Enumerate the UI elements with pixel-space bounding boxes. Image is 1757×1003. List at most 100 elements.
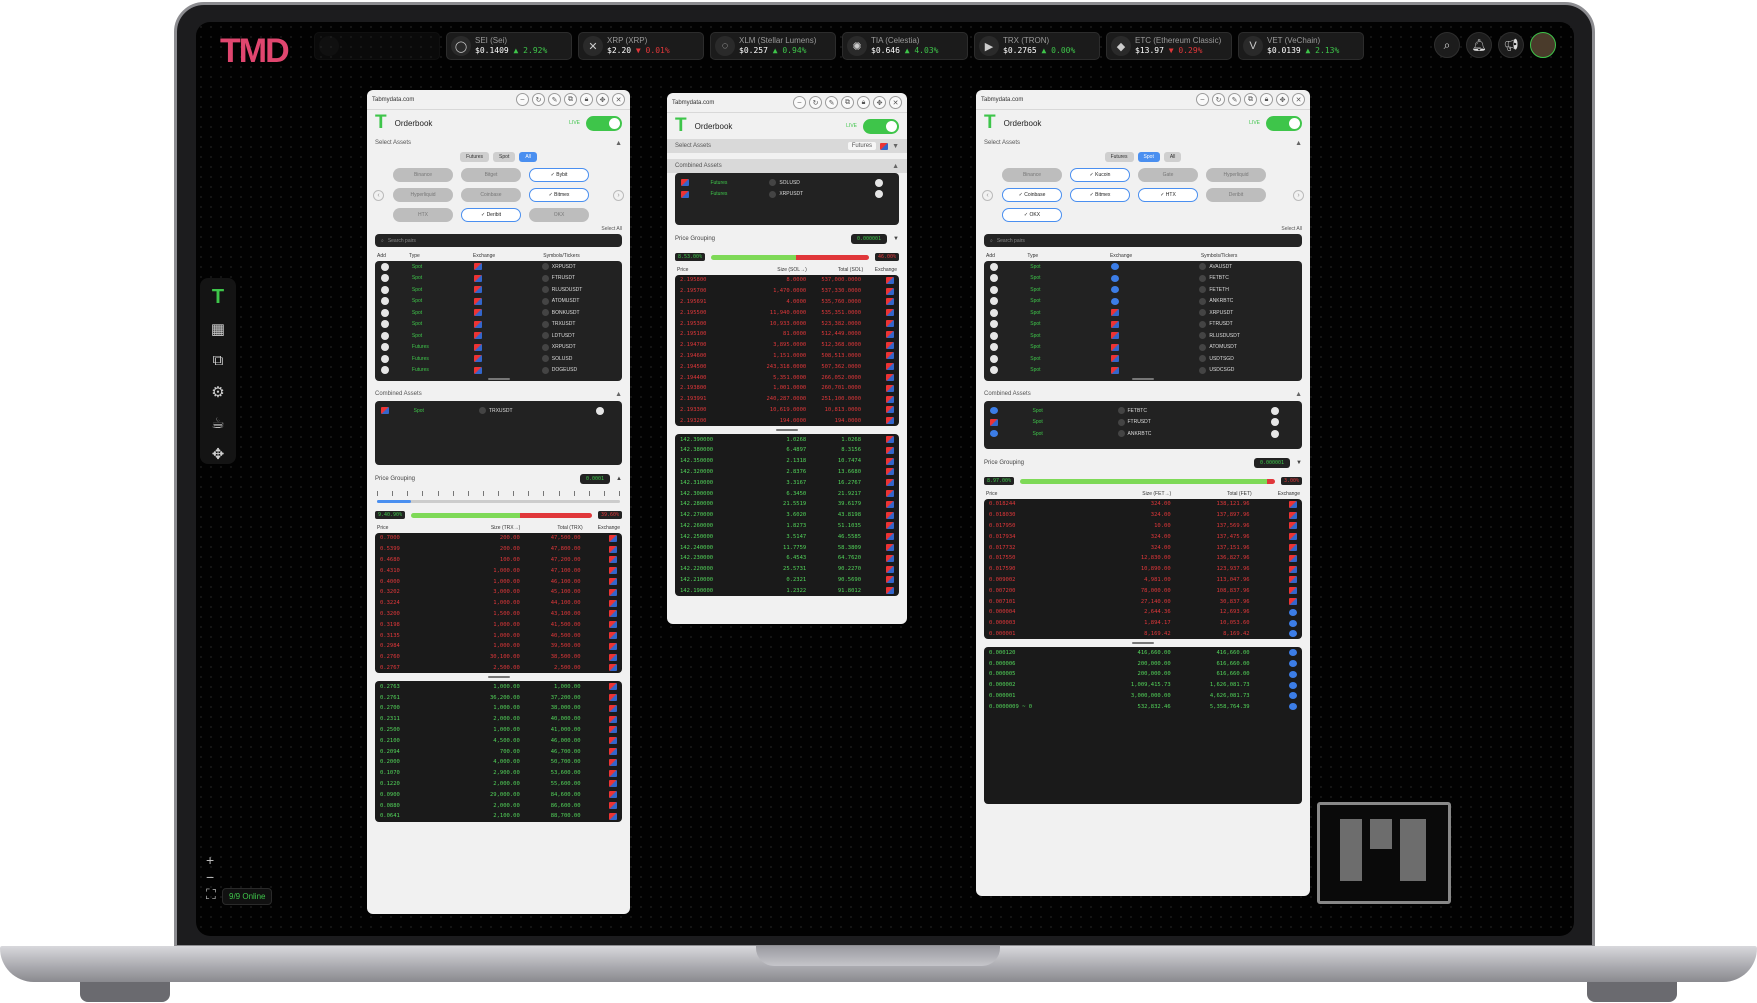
resize-handle[interactable] xyxy=(984,376,1302,381)
remove-pair-button[interactable] xyxy=(1270,429,1279,438)
bid-row[interactable]: 0.2094 700.00 46,700.00 xyxy=(375,746,622,757)
add-pair-button[interactable] xyxy=(381,331,389,340)
exchange-chip[interactable]: ✓ Bybit xyxy=(529,168,589,182)
gear-icon[interactable]: ⚙ xyxy=(207,381,229,401)
table-row[interactable]: Futures DOGEUSD xyxy=(375,365,622,377)
exchange-chip[interactable]: ✓ Bitmex xyxy=(1070,188,1130,202)
bid-row[interactable]: 142.390000 1.0268 1.0268 xyxy=(675,434,899,445)
bid-row[interactable]: 0.0880 2,000.00 86,600.00 xyxy=(375,800,622,811)
close-icon[interactable]: ✕ xyxy=(889,96,902,109)
ask-row[interactable]: 0.000004 2,644.36 12,693.96 xyxy=(984,607,1302,618)
table-row[interactable]: Spot AVAUSDT xyxy=(984,261,1302,273)
resize-handle[interactable] xyxy=(367,673,630,681)
ask-row[interactable]: 2.193300 10,619.0000 10,813.0000 xyxy=(675,405,899,416)
edit-icon[interactable]: ✎ xyxy=(825,96,838,109)
add-pair-button[interactable] xyxy=(990,331,998,340)
resize-handle[interactable] xyxy=(976,639,1310,647)
add-pair-button[interactable] xyxy=(990,366,998,375)
ask-row[interactable]: 0.5399 200.00 47,800.00 xyxy=(375,544,622,555)
ask-row[interactable]: 0.3198 1,000.00 41,500.00 xyxy=(375,619,622,630)
caret-up-icon[interactable]: ▲ xyxy=(615,140,622,147)
grouping-slider[interactable] xyxy=(377,491,620,505)
table-row[interactable]: Spot XRPUSDT xyxy=(984,307,1302,319)
select-assets-header[interactable]: Select Assets Futures ▼ xyxy=(667,139,907,153)
search-icon[interactable]: ⌕ xyxy=(1434,32,1460,58)
move-icon[interactable]: ✥ xyxy=(207,444,229,464)
caret-icon[interactable]: ▼ xyxy=(1296,460,1302,466)
edit-icon[interactable]: ✎ xyxy=(1228,93,1241,106)
ticker-card[interactable]: ✺ TIA (Celestia) $0.646 ▲ 4.03% xyxy=(842,32,968,60)
ticker-card[interactable] xyxy=(314,32,440,60)
table-row[interactable]: Spot FTRUSDT xyxy=(375,273,622,285)
add-pair-button[interactable] xyxy=(381,343,389,352)
exchange-chip[interactable]: Coinbase xyxy=(461,188,521,202)
bid-row[interactable]: 0.2100 4,500.00 46,000.00 xyxy=(375,735,622,746)
ask-row[interactable]: 2.195800 8.0000 537,000.0000 xyxy=(675,275,899,286)
ask-row[interactable]: 0.007101 27,140.00 30,837.96 xyxy=(984,596,1302,607)
table-row[interactable]: Spot FETETH xyxy=(984,284,1302,296)
combined-assets-header[interactable]: Combined Assets ▲ xyxy=(667,159,907,173)
caret-up-icon[interactable]: ▲ xyxy=(615,391,622,398)
bid-row[interactable]: 142.250000 3.5147 46.5585 xyxy=(675,531,899,542)
ask-row[interactable]: 0.017934 324.00 137,475.96 xyxy=(984,531,1302,542)
asks-list[interactable]: 0.7000 200.00 47,500.00 0.5399 200.00 47,800.… xyxy=(375,533,622,674)
exchange-chip[interactable]: ✓ Deribit xyxy=(461,208,521,222)
bid-row[interactable]: 142.310000 3.3167 16.2767 xyxy=(675,477,899,488)
close-icon[interactable]: ✕ xyxy=(612,93,625,106)
search-input[interactable]: ⌕ Search pairs xyxy=(984,234,1302,247)
close-icon[interactable]: ✕ xyxy=(1292,93,1305,106)
tmd-home-icon[interactable]: T xyxy=(207,286,229,308)
remove-pair-button[interactable] xyxy=(1270,406,1279,415)
market-tab[interactable]: Spot xyxy=(1137,152,1160,162)
duplicate-icon[interactable]: ⧉ xyxy=(564,93,577,106)
ask-row[interactable]: 0.018030 324.00 137,897.96 xyxy=(984,510,1302,521)
ticker-card[interactable]: ✕ XRP (XRP) $2.20 ▼ 0.01% xyxy=(578,32,704,60)
remove-pair-button[interactable] xyxy=(596,406,605,415)
grid-icon[interactable]: ▦ xyxy=(207,319,229,339)
combined-assets-header[interactable]: Combined Assets ▲ xyxy=(976,387,1310,401)
live-toggle[interactable] xyxy=(586,115,622,131)
avatar[interactable] xyxy=(1530,32,1556,58)
minimize-icon[interactable]: – xyxy=(793,96,806,109)
pairs-list[interactable]: Spot XRPUSDT Spot FTRUSDT Spot RLUSDUSDT… xyxy=(375,261,622,381)
duplicate-icon[interactable]: ⧉ xyxy=(1244,93,1257,106)
ask-row[interactable]: 2.193991 240,287.0000 251,100.0000 xyxy=(675,394,899,405)
move-icon[interactable]: ✥ xyxy=(596,93,609,106)
exchange-chip[interactable]: Bitget xyxy=(461,168,521,182)
edit-icon[interactable]: ✎ xyxy=(548,93,561,106)
exchange-chip[interactable]: ✓ HTX xyxy=(1138,188,1198,202)
ticker-card[interactable]: V VET (VeChain) $0.0139 ▲ 2.13% xyxy=(1238,32,1364,60)
add-pair-button[interactable] xyxy=(990,262,998,271)
table-row[interactable]: Spot ATOMUSDT xyxy=(984,342,1302,354)
minimize-icon[interactable]: – xyxy=(516,93,529,106)
list-item[interactable]: Futures SOLUSD xyxy=(675,177,899,189)
add-pair-button[interactable] xyxy=(381,354,389,363)
chevron-right-icon[interactable]: › xyxy=(613,190,624,201)
grouping-value[interactable]: 0.000001 xyxy=(850,234,888,244)
pairs-list[interactable]: Spot AVAUSDT Spot FETBTC Spot FETETH Spo… xyxy=(984,261,1302,381)
ask-row[interactable]: 2.193800 1,001.0000 260,701.0000 xyxy=(675,383,899,394)
ask-row[interactable]: 2.195691 4.0000 535,760.0000 xyxy=(675,297,899,308)
bid-row[interactable]: 0.000005 200,000.00 616,660.00 xyxy=(984,669,1302,680)
refresh-icon[interactable]: ↻ xyxy=(1212,93,1225,106)
ask-row[interactable]: 0.007200 78,000.00 108,837.96 xyxy=(984,585,1302,596)
bid-row[interactable]: 142.230000 6.4543 64.7620 xyxy=(675,553,899,564)
combined-assets-header[interactable]: Combined Assets ▲ xyxy=(367,387,630,401)
list-item[interactable]: Futures XRPUSDT xyxy=(675,189,899,201)
add-pair-button[interactable] xyxy=(381,366,389,375)
bid-row[interactable]: 0.2763 1,000.00 1,000.00 xyxy=(375,681,622,692)
ask-row[interactable]: 2.195100 81.0000 512,449.0000 xyxy=(675,329,899,340)
minimap[interactable] xyxy=(1317,802,1451,904)
exchange-chip[interactable]: Hyperliquid xyxy=(393,188,453,202)
bid-row[interactable]: 142.210000 0.2321 90.5690 xyxy=(675,575,899,586)
caret-down-icon[interactable]: ▼ xyxy=(892,143,899,150)
add-pair-button[interactable] xyxy=(381,274,389,283)
remove-pair-button[interactable] xyxy=(875,178,884,187)
bid-row[interactable]: 0.000120 416,660.00 416,660.00 xyxy=(984,647,1302,658)
bid-row[interactable]: 0.000006 200,000.00 616,660.00 xyxy=(984,658,1302,669)
bid-row[interactable]: 142.300000 6.3450 21.9217 xyxy=(675,488,899,499)
exchange-chip[interactable]: ✓ Bitmex xyxy=(529,188,589,202)
bid-row[interactable]: 142.320000 2.8376 13.6680 xyxy=(675,467,899,478)
bid-row[interactable]: 0.2311 2,000.00 40,000.00 xyxy=(375,714,622,725)
move-icon[interactable]: ✥ xyxy=(1276,93,1289,106)
